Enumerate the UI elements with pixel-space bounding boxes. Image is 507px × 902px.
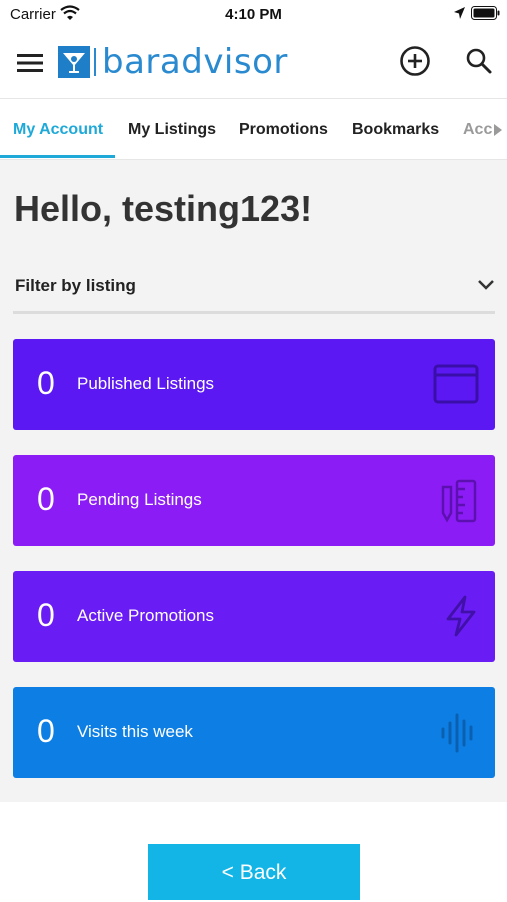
menu-icon[interactable] — [15, 49, 45, 77]
clock: 4:10 PM — [225, 6, 282, 23]
filter-by-listing-dropdown[interactable]: Filter by listing — [13, 264, 495, 314]
brand-logo: baradvisor — [58, 44, 288, 80]
page-title: Hello, testing123! — [14, 188, 313, 229]
scroll-right-arrow-icon[interactable] — [494, 124, 502, 136]
back-button[interactable]: < Back — [148, 844, 360, 900]
stat-label: Active Promotions — [77, 606, 214, 625]
brand-name: baradvisor — [102, 42, 288, 82]
filter-label: Filter by listing — [15, 276, 136, 295]
stat-card-active-promotions[interactable]: 0 Active Promotions — [13, 571, 495, 662]
sound-wave-icon — [439, 711, 479, 760]
add-circle-icon[interactable] — [399, 45, 431, 77]
active-tab-indicator — [0, 155, 115, 158]
stat-card-pending-listings[interactable]: 0 Pending Listings — [13, 455, 495, 546]
stat-label: Pending Listings — [77, 490, 202, 509]
lightning-icon — [443, 595, 479, 642]
app-header: baradvisor — [0, 28, 507, 98]
status-bar: Carrier 4:10 PM — [0, 0, 507, 28]
stat-label: Visits this week — [77, 722, 193, 741]
stat-value: 0 — [37, 597, 55, 633]
search-icon[interactable] — [465, 47, 493, 75]
stat-card-published-listings[interactable]: 0 Published Listings — [13, 339, 495, 430]
location-arrow-icon — [453, 6, 466, 25]
browser-window-icon — [433, 363, 479, 410]
stat-value: 0 — [37, 713, 55, 749]
stat-card-visits-this-week[interactable]: 0 Visits this week — [13, 687, 495, 778]
battery-icon — [471, 6, 501, 25]
pencil-ruler-icon — [439, 479, 479, 528]
stat-value: 0 — [37, 365, 55, 401]
logo-separator — [94, 48, 96, 76]
tab-my-account[interactable]: My Account — [13, 99, 103, 159]
tab-bar: My Account My Listings Promotions Bookma… — [0, 98, 507, 160]
tab-bookmarks[interactable]: Bookmarks — [352, 99, 439, 159]
main-content: Hello, testing123! Filter by listing 0 P… — [0, 160, 507, 802]
stat-label: Published Listings — [77, 374, 215, 393]
tab-my-listings[interactable]: My Listings — [128, 99, 216, 159]
tab-promotions[interactable]: Promotions — [239, 99, 328, 159]
logo-mark-icon — [58, 46, 90, 78]
chevron-down-icon[interactable] — [477, 278, 495, 296]
footer: < Back — [0, 802, 507, 900]
stat-value: 0 — [37, 481, 55, 517]
